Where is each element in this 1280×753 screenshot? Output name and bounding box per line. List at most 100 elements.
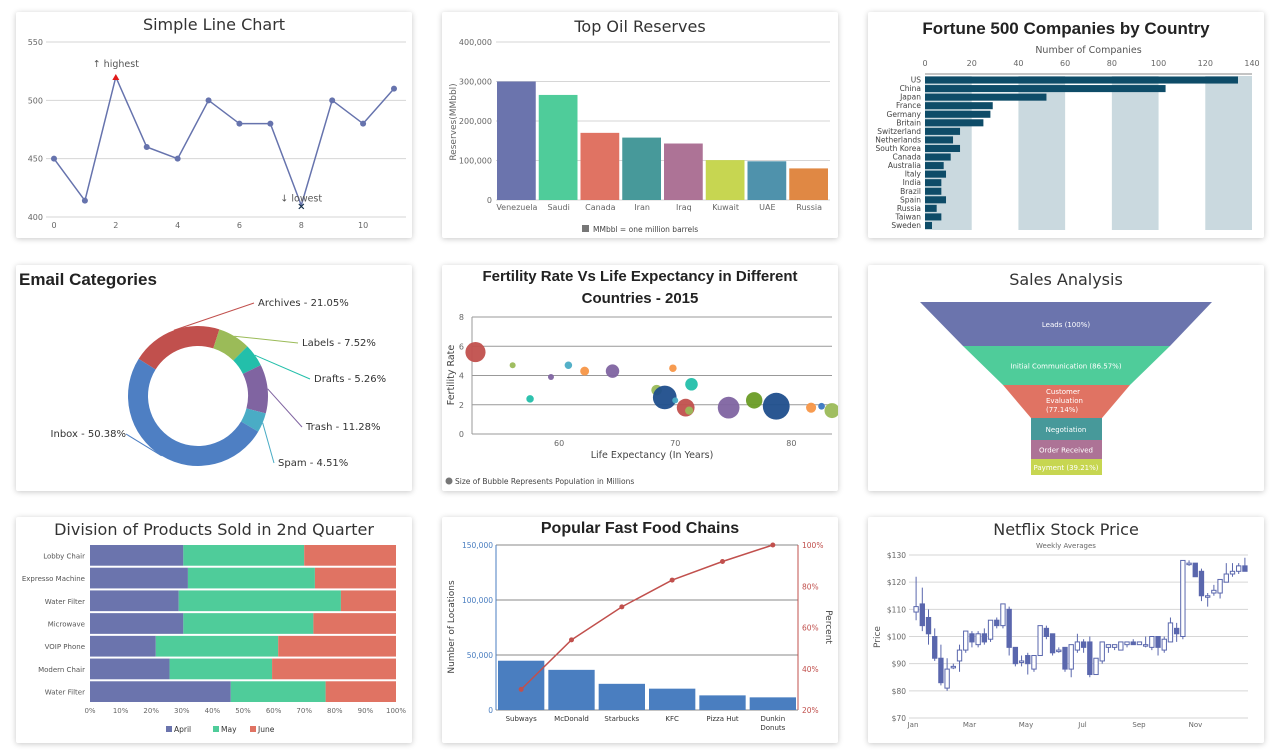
bubble xyxy=(580,366,590,376)
candle-body xyxy=(1167,622,1174,643)
x-tick-label: Iran xyxy=(634,203,650,212)
candle-body xyxy=(1118,641,1124,651)
chart-title: Simple Line Chart xyxy=(143,15,285,34)
candle-body xyxy=(1236,565,1242,572)
bar-segment xyxy=(90,590,179,612)
slice-label: Inbox - 50.38% xyxy=(51,429,126,440)
cumulative-line xyxy=(520,544,774,690)
candle-body xyxy=(1155,636,1161,648)
y-tick-label: 150,000 xyxy=(462,541,493,550)
series-line xyxy=(53,74,395,208)
bar xyxy=(925,221,933,229)
bar-segment xyxy=(340,590,396,612)
x-tick-label: 8 xyxy=(299,221,304,230)
x-tick-label: Donuts xyxy=(760,724,785,732)
y-tick-label: VOIP Phone xyxy=(45,643,85,651)
bubble xyxy=(745,392,763,409)
chart-title: Netflix Stock Price xyxy=(993,520,1139,539)
chart-title: Division of Products Sold in 2nd Quarter xyxy=(54,520,374,539)
bar xyxy=(925,187,942,195)
bar xyxy=(925,162,944,170)
y-tick-label: 100,000 xyxy=(459,157,492,166)
line-point xyxy=(720,559,725,564)
bar xyxy=(925,136,954,144)
slice-label: Archives - 21.05% xyxy=(258,298,349,309)
candle-body xyxy=(1068,644,1074,670)
x-tick-label: 10% xyxy=(113,707,129,715)
chart-title: Fortune 500 Companies by Country xyxy=(922,19,1210,38)
bar-segment xyxy=(183,613,314,634)
candle-body xyxy=(1000,603,1006,627)
candle-body xyxy=(1186,562,1192,566)
x-tick-label: Canada xyxy=(585,203,616,212)
x-tick-label: Sep xyxy=(1132,721,1146,729)
y-axis-title: Price xyxy=(873,626,883,648)
doughnut-slice xyxy=(242,365,268,414)
y-tick-label: 450 xyxy=(28,155,43,164)
bar xyxy=(538,94,578,200)
bar-segment xyxy=(313,613,396,634)
x-axis-title: Number of Companies xyxy=(1035,45,1141,56)
bubble xyxy=(685,378,698,391)
x-tick-label: Starbucks xyxy=(604,715,639,723)
candle-body xyxy=(1136,641,1143,646)
bar xyxy=(699,695,746,710)
chart-title-line1: Fertility Rate Vs Life Expectancy in Dif… xyxy=(482,268,797,285)
candle-body xyxy=(956,649,963,662)
leader-line xyxy=(262,422,275,464)
x-tick-label: 70 xyxy=(670,439,680,448)
fortune-500-card: Fortune 500 Companies by Country Number … xyxy=(868,12,1264,238)
bar xyxy=(789,168,828,200)
y-tick-label: 2 xyxy=(459,401,464,410)
x-tick-label: 60 xyxy=(1060,59,1070,68)
y-axis-title: Fertility Rate xyxy=(446,345,457,406)
bar-segment xyxy=(155,635,279,657)
x-tick-label: Jul xyxy=(1077,721,1087,729)
sales-funnel-chart: Sales Analysis Leads (100%) Initial Commu… xyxy=(920,270,1212,475)
slice-label: Spam - 4.51% xyxy=(278,458,348,469)
candle-body xyxy=(1087,641,1093,676)
candle-body xyxy=(1242,565,1248,572)
x-tick-label: 90% xyxy=(358,707,374,715)
x-tick-label: KFC xyxy=(665,715,679,723)
simple-line-chart: Simple Line Chart 4004505005500 2 4 6 8 10×↑ … xyxy=(28,15,406,230)
y-tick-label: Sweden xyxy=(891,221,921,230)
x-tick-label: 20% xyxy=(143,707,159,715)
bar xyxy=(925,153,951,161)
x-tick-label: Russia xyxy=(796,203,822,212)
bar xyxy=(925,179,942,187)
bar xyxy=(925,93,1047,101)
bar xyxy=(925,204,937,212)
data-point xyxy=(51,155,57,162)
bar xyxy=(925,102,993,110)
data-point xyxy=(174,155,181,162)
y-tick-label: 8 xyxy=(459,313,464,322)
x-tick-label: Saudi xyxy=(547,203,569,212)
y-tick-label: $100 xyxy=(887,633,906,642)
bubble xyxy=(564,361,573,370)
data-point xyxy=(329,97,336,104)
line-point xyxy=(770,542,776,548)
chart-title: Popular Fast Food Chains xyxy=(541,520,739,537)
candle-body xyxy=(1161,638,1167,651)
x-tick-label: Pizza Hut xyxy=(706,715,739,723)
data-point xyxy=(81,197,88,204)
chart-title: Sales Analysis xyxy=(1009,270,1123,289)
slice-label: Labels - 7.52% xyxy=(302,338,376,349)
bar xyxy=(925,76,1238,84)
bar-segment xyxy=(178,590,341,612)
stage-label: Evaluation xyxy=(1046,397,1083,405)
bar xyxy=(622,137,661,200)
stage-label: Negotiation xyxy=(1046,426,1087,434)
interlaced-band xyxy=(1205,76,1252,230)
bar-segment xyxy=(187,567,315,589)
y-tick-label: 200,000 xyxy=(459,117,492,126)
stage-label: Order Received xyxy=(1039,447,1093,455)
y-tick-label: $130 xyxy=(887,551,906,560)
x-tick-label: 20 xyxy=(967,59,977,68)
email-categories-chart: Email Categories Archives - 21.05% Labels… xyxy=(19,270,386,469)
candle-body xyxy=(1217,578,1223,594)
bar xyxy=(548,669,595,710)
chart-subtitle: Weekly Averages xyxy=(1036,542,1096,550)
x-tick-label: 30% xyxy=(174,707,190,715)
